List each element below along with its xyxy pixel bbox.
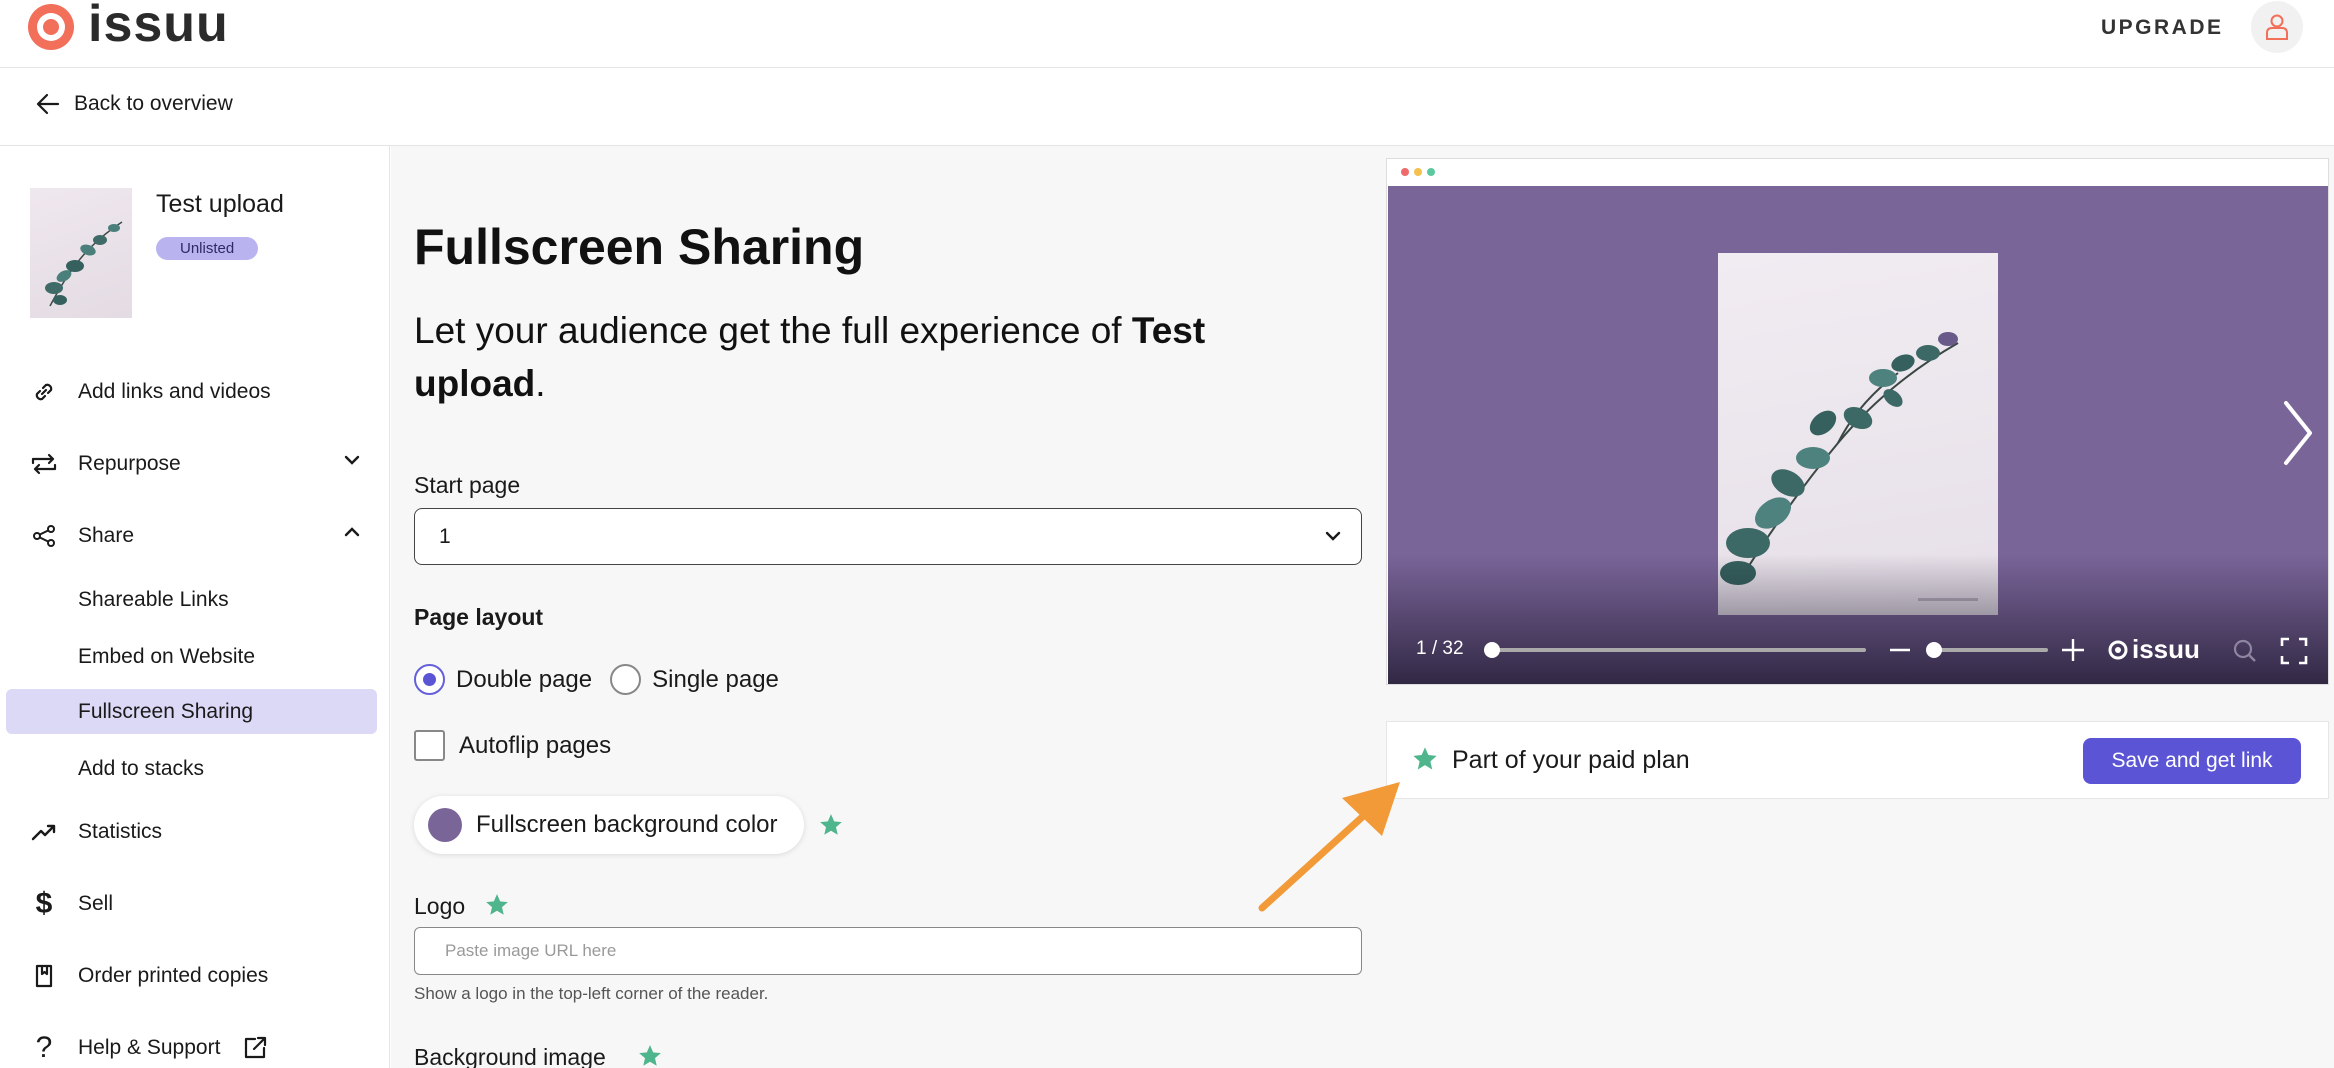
reader-stage: 1 / 32 issuu	[1388, 186, 2328, 684]
dot-red	[1401, 168, 1409, 176]
chevron-up-icon	[344, 527, 360, 537]
intro-suffix: .	[535, 363, 546, 404]
logo-hint: Show a logo in the top-left corner of th…	[414, 984, 769, 1003]
sidebar-item-share[interactable]: Share	[30, 522, 360, 550]
annotation-arrow-icon	[1258, 782, 1400, 912]
sidebar-item-label: Sell	[78, 892, 114, 915]
logo-text: issuu	[88, 0, 229, 53]
sidebar-item-label: Help & Support	[78, 1036, 221, 1059]
star-icon	[820, 814, 842, 835]
sub-header: Back to overview	[0, 68, 2334, 146]
trend-icon	[30, 818, 58, 846]
sidebar-item-label: Statistics	[78, 820, 163, 843]
window-dots	[1401, 168, 1435, 176]
sidebar-subitem-add-to-stacks[interactable]: Add to stacks	[6, 746, 377, 791]
plant-illustration	[45, 221, 123, 307]
page-layout-label: Page layout	[414, 604, 544, 630]
single-page-label[interactable]: Single page	[652, 666, 779, 694]
reader-controls: 1 / 32 issuu	[1388, 634, 2328, 665]
background-color-label: Fullscreen background color	[476, 811, 778, 838]
user-avatar[interactable]	[2251, 1, 2303, 53]
share-icon	[30, 522, 58, 550]
double-page-radio[interactable]	[414, 664, 445, 695]
progress-knob[interactable]	[1484, 642, 1500, 658]
background-image-label: Background image	[414, 1044, 606, 1068]
logo-label: Logo	[414, 893, 466, 919]
paid-plan-text: Part of your paid plan	[1452, 746, 1690, 774]
dot-green	[1427, 168, 1435, 176]
repeat-icon	[30, 450, 58, 478]
sidebar-item-sell[interactable]: $ Sell	[30, 887, 360, 920]
double-page-label[interactable]: Double page	[456, 666, 592, 694]
reader-issuu-logo: issuu	[2108, 634, 2200, 665]
question-icon: ?	[35, 1031, 53, 1064]
sidebar-item-repurpose[interactable]: Repurpose	[30, 450, 360, 478]
start-page-select[interactable]: 1	[414, 508, 1362, 565]
link-icon	[30, 378, 58, 406]
sidebar-subitem-shareable-links[interactable]: Shareable Links	[6, 577, 377, 622]
page-layout-options: Double page Single page	[414, 664, 779, 695]
color-swatch	[428, 808, 462, 842]
back-to-overview-link[interactable]: Back to overview	[36, 92, 233, 116]
page-title: Fullscreen Sharing	[414, 219, 865, 275]
page-progress-slider[interactable]	[1484, 642, 1866, 658]
reader-preview: 1 / 32 issuu	[1386, 158, 2329, 685]
sidebar-item-label: Repurpose	[78, 452, 181, 475]
zoom-slider[interactable]	[1926, 642, 2048, 658]
document-thumbnail[interactable]	[30, 188, 132, 318]
save-and-get-link-button[interactable]: Save and get link	[2083, 738, 2301, 784]
intro-prefix: Let your audience get the full experienc…	[414, 310, 1132, 351]
next-page-arrow-icon[interactable]	[2282, 399, 2314, 467]
dot-yellow	[1414, 168, 1422, 176]
sidebar-subitem-embed-on-website[interactable]: Embed on Website	[6, 634, 377, 679]
zoom-knob[interactable]	[1926, 642, 1942, 658]
top-header: issuu UPGRADE	[0, 0, 2334, 68]
sidebar-item-add-links[interactable]: Add links and videos	[30, 378, 360, 406]
autoflip-checkbox[interactable]	[414, 730, 445, 761]
user-icon	[2266, 14, 2288, 40]
issuu-logo-mark-icon	[2108, 640, 2128, 659]
sidebar: Test upload Unlisted Add links and video…	[0, 146, 390, 1068]
background-color-picker[interactable]: Fullscreen background color	[414, 796, 804, 854]
zoom-out-icon[interactable]	[1888, 640, 1912, 660]
issuu-logo-mark-icon	[28, 4, 74, 50]
external-link-icon	[245, 1036, 267, 1059]
autoflip-option: Autoflip pages	[414, 730, 611, 761]
status-badge: Unlisted	[156, 237, 259, 260]
reader-logo-text: issuu	[2132, 634, 2200, 664]
sidebar-item-label: Share	[78, 524, 135, 547]
chevron-down-icon	[1325, 531, 1341, 541]
sidebar-subitem-fullscreen-sharing[interactable]: Fullscreen Sharing	[6, 689, 377, 734]
sidebar-item-statistics[interactable]: Statistics	[30, 818, 360, 846]
start-page-value: 1	[439, 525, 451, 548]
upgrade-link[interactable]: UPGRADE	[2101, 16, 2224, 40]
zoom-in-icon[interactable]	[2060, 637, 2086, 663]
dollar-icon: $	[35, 887, 53, 920]
star-icon	[1413, 747, 1437, 770]
autoflip-label[interactable]: Autoflip pages	[459, 732, 611, 760]
document-title: Test upload	[156, 190, 284, 218]
fullscreen-icon[interactable]	[2280, 637, 2308, 665]
page-indicator: 1 / 32	[1416, 638, 1464, 659]
single-page-radio[interactable]	[610, 664, 642, 695]
arrow-left-icon	[36, 93, 60, 115]
back-label: Back to overview	[74, 92, 233, 115]
search-icon[interactable]	[2232, 638, 2258, 664]
star-icon	[639, 1045, 661, 1066]
star-icon	[486, 894, 508, 915]
sidebar-item-label: Order printed copies	[78, 964, 269, 987]
sidebar-item-help-support[interactable]: ? Help & Support	[30, 1031, 360, 1064]
paid-plan-bar: Part of your paid plan Save and get link	[1386, 721, 2329, 799]
start-page-label: Start page	[414, 472, 521, 498]
issuu-logo[interactable]: issuu	[28, 0, 229, 50]
intro-text: Let your audience get the full experienc…	[414, 304, 1294, 410]
logo-url-input[interactable]: Paste image URL here	[414, 927, 1362, 975]
book-icon	[30, 962, 58, 990]
chevron-down-icon	[344, 455, 360, 465]
sidebar-item-label: Add links and videos	[78, 380, 271, 403]
sidebar-item-order-printed-copies[interactable]: Order printed copies	[30, 962, 360, 990]
